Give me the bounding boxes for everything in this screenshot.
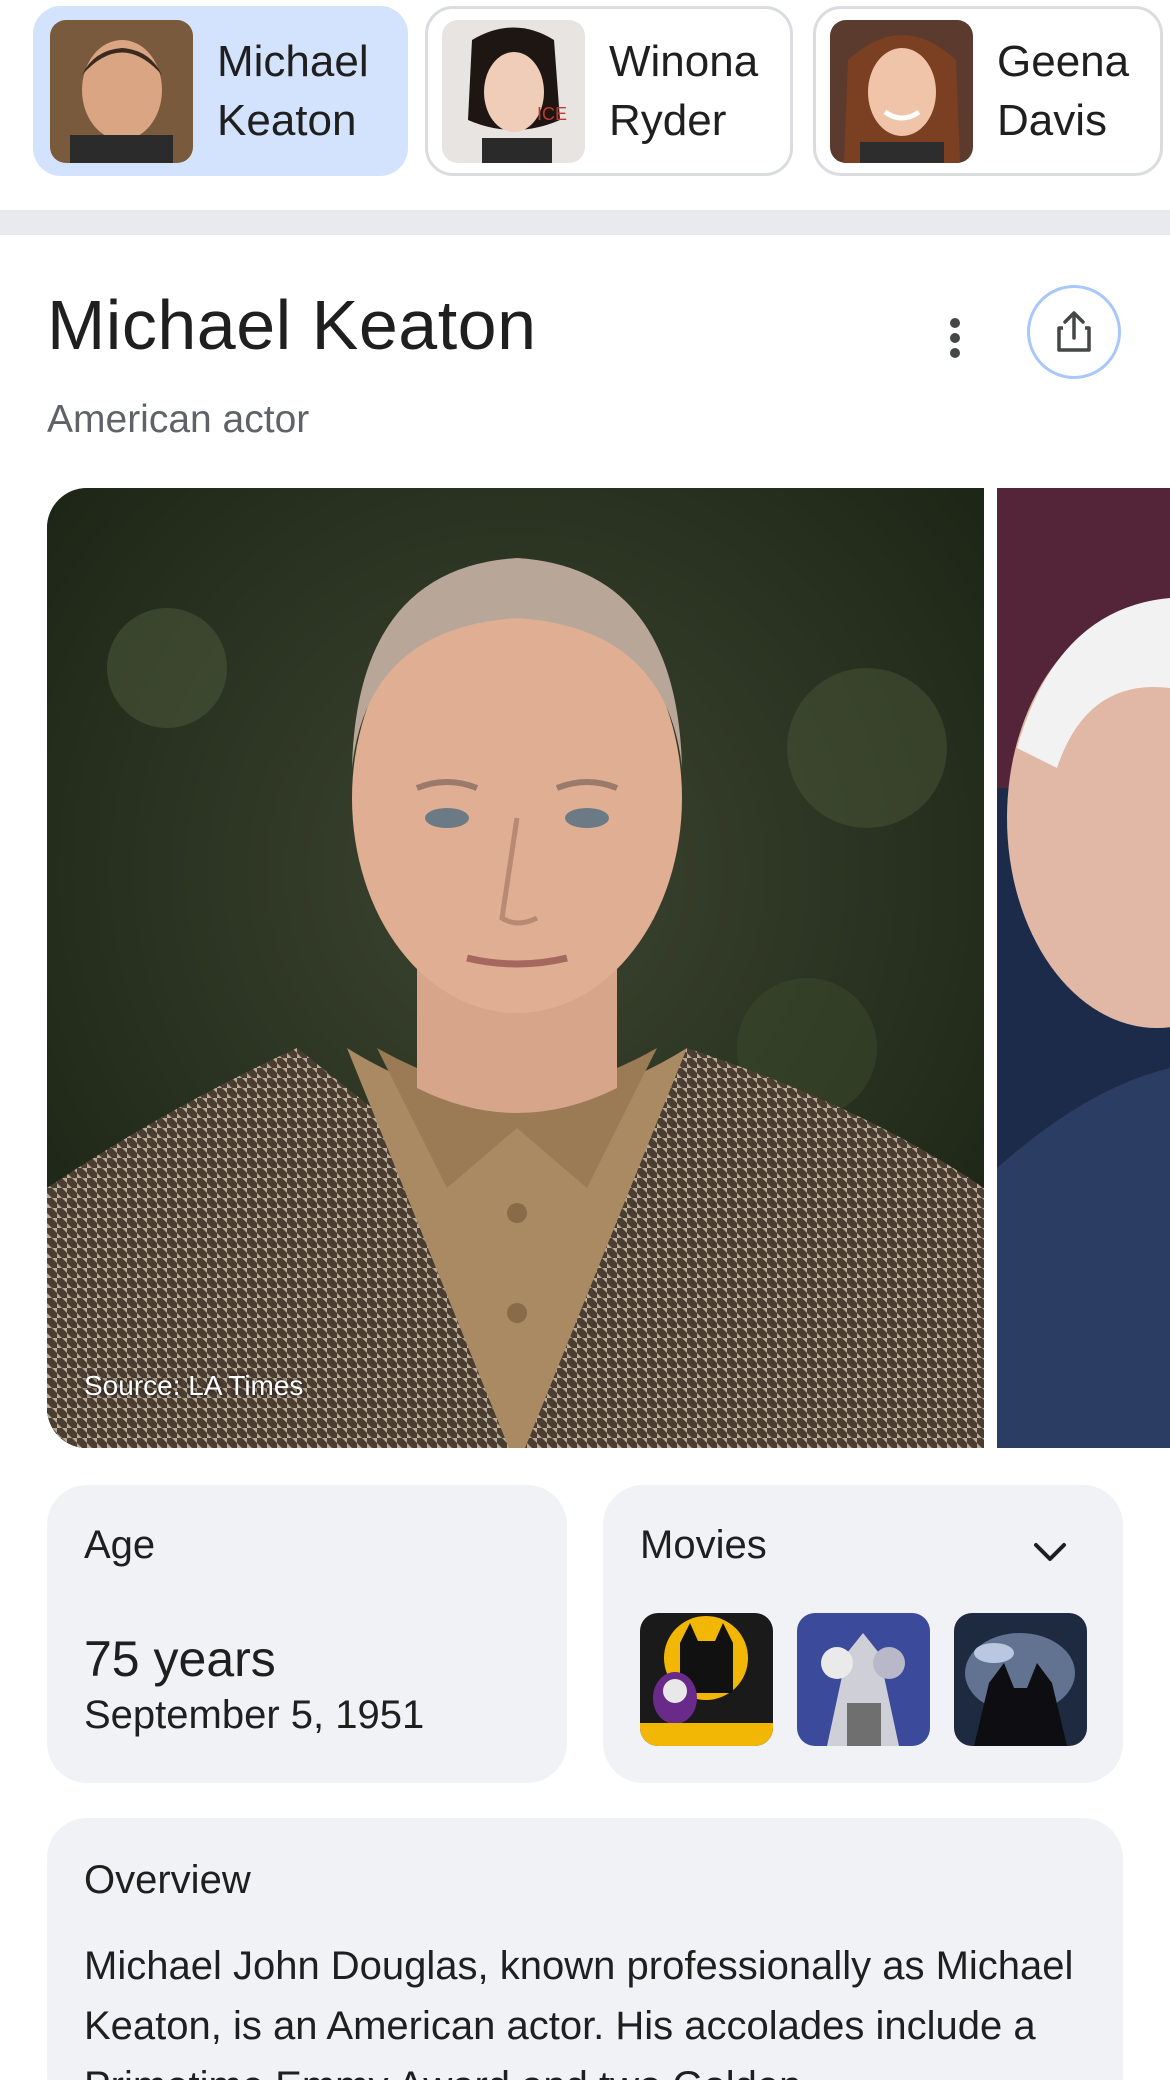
people-chips-row: Michael Keaton ICE Winona Ryder Geena Da…	[0, 0, 1170, 212]
secondary-photo[interactable]	[997, 488, 1170, 1448]
chip-last-name: Keaton	[217, 96, 357, 145]
more-vert-icon[interactable]	[935, 310, 975, 366]
chevron-down-icon[interactable]	[1030, 1537, 1070, 1567]
page-subtitle: American actor	[47, 398, 310, 441]
chip-first-name: Geena	[997, 37, 1130, 86]
chip-last-name: Ryder	[609, 96, 727, 145]
michael-keaton-thumbnail	[50, 19, 193, 163]
overview-card: Overview Michael John Douglas, known pro…	[47, 1818, 1123, 2080]
chip-name: Geena Davis	[997, 32, 1129, 150]
overview-label: Overview	[84, 1858, 251, 1902]
section-divider	[0, 210, 1170, 235]
chip-first-name: Michael	[217, 37, 369, 86]
share-icon	[1057, 311, 1091, 352]
age-card[interactable]: Age 75 years September 5, 1951	[47, 1485, 567, 1783]
geena-davis-thumbnail	[830, 19, 973, 163]
movie-thumbnail[interactable]	[640, 1613, 773, 1746]
chip-last-name: Davis	[997, 96, 1108, 145]
overview-text: Michael John Douglas, known professional…	[84, 1944, 1074, 2080]
chip-michael-keaton[interactable]: Michael Keaton	[33, 6, 408, 176]
age-value: 75 years	[84, 1631, 276, 1687]
main-photo[interactable]	[47, 488, 984, 1448]
chip-winona-ryder[interactable]: ICE Winona Ryder	[425, 6, 793, 176]
movies-card[interactable]: Movies	[603, 1485, 1123, 1783]
image-source[interactable]: Source: LA Times	[84, 1370, 303, 1402]
movie-thumbnail[interactable]	[954, 1613, 1087, 1746]
movies-label: Movies	[640, 1523, 767, 1567]
chip-name: Winona Ryder	[609, 32, 758, 150]
chip-geena-davis[interactable]: Geena Davis	[813, 6, 1163, 176]
birth-date: September 5, 1951	[84, 1693, 425, 1737]
movie-thumbnail[interactable]	[797, 1613, 930, 1746]
chip-name: Michael Keaton	[217, 32, 369, 150]
winona-ryder-thumbnail: ICE	[442, 19, 585, 163]
page-title: Michael Keaton	[47, 286, 537, 364]
svg-text:ICE: ICE	[537, 104, 567, 124]
chip-first-name: Winona	[609, 37, 759, 86]
share-button[interactable]	[1027, 285, 1121, 379]
age-label: Age	[84, 1523, 156, 1567]
